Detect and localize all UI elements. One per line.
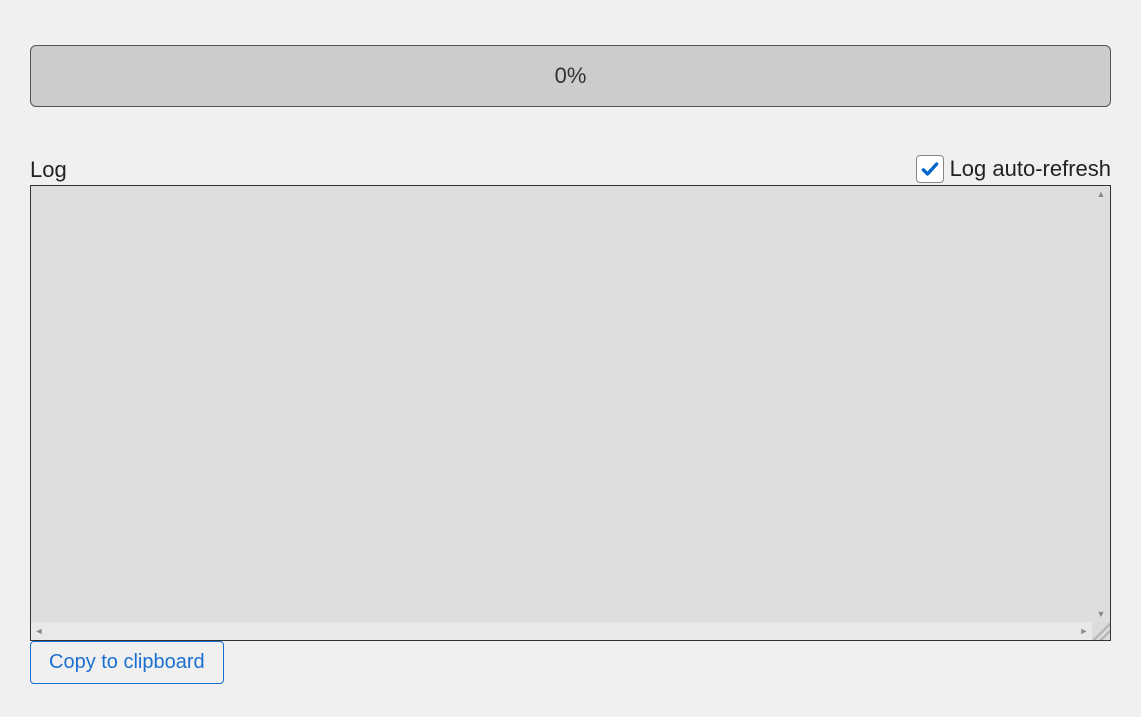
resize-grip-icon[interactable] [1092, 622, 1110, 640]
auto-refresh-checkbox[interactable] [916, 155, 944, 183]
horizontal-scrollbar[interactable]: ◄ ► [31, 622, 1092, 640]
scroll-down-arrow-icon[interactable]: ▼ [1092, 606, 1110, 622]
check-icon [920, 159, 940, 179]
scroll-up-arrow-icon[interactable]: ▲ [1092, 186, 1110, 202]
log-title-label: Log [30, 157, 67, 183]
copy-to-clipboard-button[interactable]: Copy to clipboard [30, 641, 224, 684]
scroll-right-arrow-icon[interactable]: ► [1076, 622, 1092, 640]
log-textarea[interactable] [31, 186, 1092, 622]
progress-percent-label: 0% [555, 63, 587, 89]
auto-refresh-group: Log auto-refresh [916, 155, 1111, 183]
scroll-left-arrow-icon[interactable]: ◄ [31, 622, 47, 640]
vertical-scrollbar[interactable]: ▲ ▼ [1092, 186, 1110, 622]
log-textarea-container: ▲ ▼ ◄ ► [30, 185, 1111, 641]
auto-refresh-label: Log auto-refresh [950, 156, 1111, 182]
progress-bar: 0% [30, 45, 1111, 107]
log-header-row: Log Log auto-refresh [30, 155, 1111, 183]
